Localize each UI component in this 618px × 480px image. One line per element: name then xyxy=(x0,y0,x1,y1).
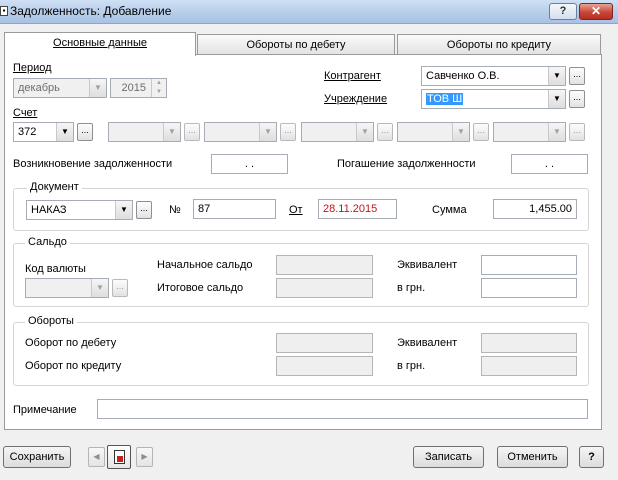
analytic-browse-button-3[interactable]: ... xyxy=(377,123,393,141)
credit-turnover-label: Оборот по кредиту xyxy=(25,360,122,372)
counterparty-browse-button[interactable]: ... xyxy=(569,67,585,85)
turnovers-group xyxy=(13,322,589,386)
saldo-uah-field[interactable] xyxy=(481,278,577,298)
debt-origin-label: Возникновение задолженности xyxy=(13,158,173,170)
chevron-down-icon: ▼ xyxy=(548,123,565,141)
cancel-button[interactable]: Отменить xyxy=(497,446,568,468)
document-icon xyxy=(114,450,125,464)
opening-saldo-label: Начальное сальдо xyxy=(157,259,253,271)
turnover-equivalent-label: Эквивалент xyxy=(397,337,458,349)
document-amount-label: Сумма xyxy=(432,204,467,216)
chevron-down-icon: ▼ xyxy=(115,201,132,219)
spinner-arrows-icon: ▲ ▼ xyxy=(151,79,166,97)
document-group-title: Документ xyxy=(27,181,82,193)
document-number-field[interactable]: 87 xyxy=(193,199,276,219)
tab-main-data[interactable]: Основные данные xyxy=(4,32,196,56)
credit-turnover-field[interactable] xyxy=(276,356,373,376)
analytic-browse-button-4[interactable]: ... xyxy=(473,123,489,141)
counterparty-value: Савченко О.В. xyxy=(426,70,500,82)
chevron-down-icon: ▼ xyxy=(356,123,373,141)
window-title: Задолженность: Добавление xyxy=(10,4,172,18)
turnover-equivalent-field[interactable] xyxy=(481,333,577,353)
analytic-select-2[interactable]: ▼ xyxy=(204,122,277,142)
period-label: Период xyxy=(13,62,52,74)
chevron-down-icon: ▼ xyxy=(548,67,565,85)
note-label: Примечание xyxy=(13,404,77,416)
debt-repayment-date-field[interactable]: . . xyxy=(511,154,588,174)
period-year-value: 2015 xyxy=(121,82,146,94)
currency-code-label: Код валюты xyxy=(25,263,86,275)
window-icon: ▪ xyxy=(0,6,8,16)
document-type-value: НАКАЗ xyxy=(31,204,67,216)
chevron-down-icon: ▼ xyxy=(259,123,276,141)
analytic-browse-button-5[interactable]: ... xyxy=(569,123,585,141)
debt-origin-date-field[interactable]: . . xyxy=(211,154,288,174)
help-title-button[interactable]: ? xyxy=(549,3,577,20)
analytic-select-4[interactable]: ▼ xyxy=(397,122,470,142)
account-value: 372 xyxy=(18,126,37,138)
institution-select[interactable]: ТОВ Ш ▼ xyxy=(421,89,566,109)
chevron-down-icon: ▼ xyxy=(89,79,106,97)
document-browse-button[interactable]: ... xyxy=(136,201,152,219)
help-button[interactable]: ? xyxy=(579,446,604,468)
analytic-browse-button-1[interactable]: ... xyxy=(184,123,200,141)
analytic-browse-button-2[interactable]: ... xyxy=(280,123,296,141)
tab-debit-turnovers[interactable]: Обороты по дебету xyxy=(197,34,395,55)
account-select[interactable]: 372 ▼ xyxy=(13,122,74,142)
debit-turnover-field[interactable] xyxy=(276,333,373,353)
document-date-field[interactable]: 28.11.2015 xyxy=(318,199,397,219)
turnovers-group-title: Обороты xyxy=(25,315,77,327)
period-year-spinner[interactable]: 2015 ▲ ▼ xyxy=(110,78,167,98)
account-label: Счет xyxy=(13,107,38,119)
opening-saldo-field[interactable] xyxy=(276,255,373,275)
counterparty-select[interactable]: Савченко О.В. ▼ xyxy=(421,66,566,86)
institution-value: ТОВ Ш xyxy=(426,93,464,105)
chevron-down-icon: ▼ xyxy=(56,123,73,141)
currency-code-select[interactable]: ▼ xyxy=(25,278,109,298)
tab-credit-turnovers[interactable]: Обороты по кредиту xyxy=(397,34,601,55)
turnover-uah-label: в грн. xyxy=(397,360,426,372)
document-print-button[interactable] xyxy=(107,445,131,469)
debit-turnover-label: Оборот по дебету xyxy=(25,337,117,349)
analytic-select-5[interactable]: ▼ xyxy=(493,122,566,142)
debt-repayment-label: Погашение задолженности xyxy=(337,158,476,170)
save-button[interactable]: Сохранить xyxy=(3,446,71,468)
note-field[interactable] xyxy=(97,399,588,419)
document-number-label: № xyxy=(169,204,181,216)
chevron-down-icon: ▼ xyxy=(91,279,108,297)
counterparty-label: Контрагент xyxy=(324,70,381,82)
saldo-group-title: Сальдо xyxy=(25,236,70,248)
write-button[interactable]: Записать xyxy=(413,446,484,468)
turnover-uah-field[interactable] xyxy=(481,356,577,376)
nav-next-button[interactable]: ▶ xyxy=(136,447,153,467)
analytic-select-1[interactable]: ▼ xyxy=(108,122,181,142)
saldo-equivalent-label: Эквивалент xyxy=(397,259,458,271)
chevron-down-icon: ▼ xyxy=(163,123,180,141)
nav-prev-button[interactable]: ◀ xyxy=(88,447,105,467)
close-button[interactable]: ✕ xyxy=(579,3,613,20)
saldo-equivalent-field[interactable] xyxy=(481,255,577,275)
closing-saldo-field[interactable] xyxy=(276,278,373,298)
institution-browse-button[interactable]: ... xyxy=(569,90,585,108)
analytic-select-3[interactable]: ▼ xyxy=(301,122,374,142)
document-date-label: От xyxy=(289,204,303,216)
period-month-value: декабрь xyxy=(18,82,60,94)
period-month-select[interactable]: декабрь ▼ xyxy=(13,78,107,98)
document-amount-field[interactable]: 1,455.00 xyxy=(493,199,577,219)
document-red-mark xyxy=(117,456,123,462)
tab-main-data-label: Основные данные xyxy=(53,37,147,49)
closing-saldo-label: Итоговое сальдо xyxy=(157,282,244,294)
currency-browse-button[interactable]: ... xyxy=(112,279,128,297)
document-type-select[interactable]: НАКАЗ ▼ xyxy=(26,200,133,220)
saldo-uah-label: в грн. xyxy=(397,282,426,294)
chevron-down-icon: ▼ xyxy=(548,90,565,108)
institution-label: Учреждение xyxy=(324,93,388,105)
account-browse-button[interactable]: ... xyxy=(77,123,93,141)
chevron-down-icon: ▼ xyxy=(452,123,469,141)
